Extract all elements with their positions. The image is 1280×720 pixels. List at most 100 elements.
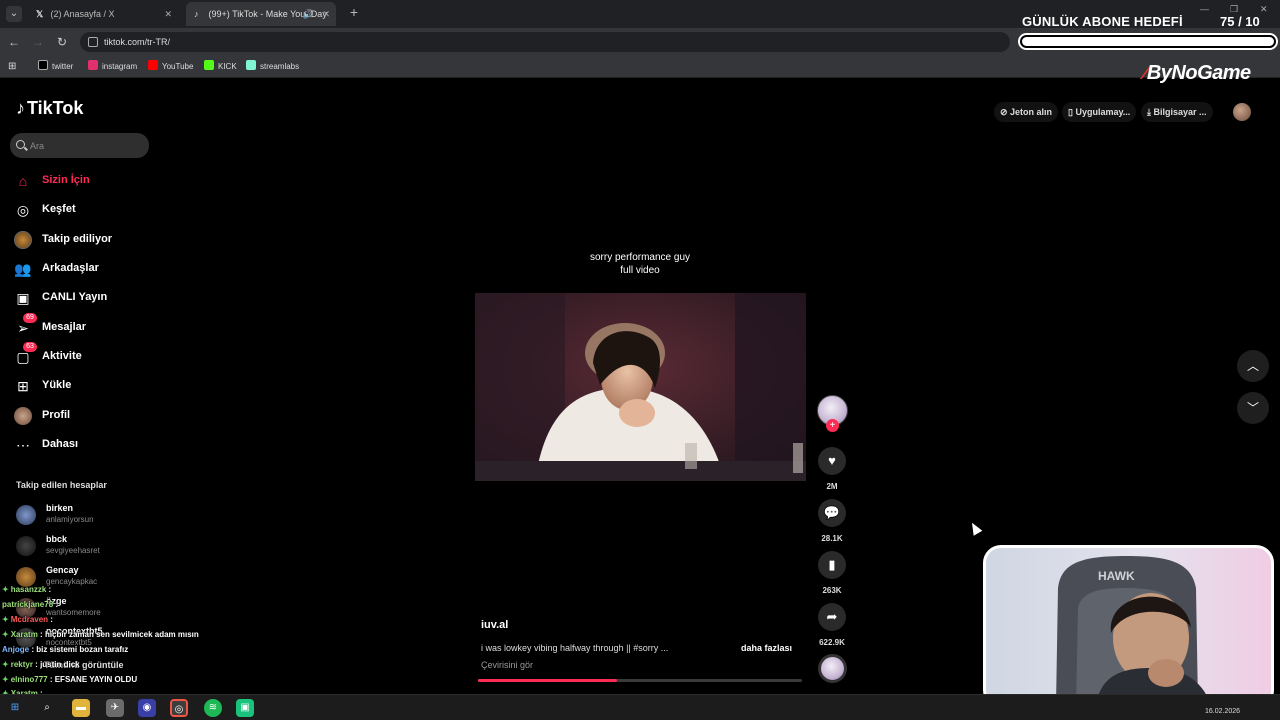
previous-video-button[interactable]: ︿: [1237, 350, 1269, 382]
nav-activity[interactable]: ▢ 63 Aktivite: [14, 342, 154, 368]
account-handle: sevgiyeehasret: [46, 546, 100, 555]
spotify-icon[interactable]: ≋: [204, 699, 222, 717]
chat-text: : biz sistemi bozan tarafız: [29, 645, 129, 654]
upload-icon: ⊞: [17, 378, 29, 394]
chevron-down-icon: ﹀: [1246, 401, 1259, 415]
file-explorer-icon[interactable]: ▬: [72, 699, 90, 717]
nav-upload[interactable]: ⊞ Yükle: [14, 375, 154, 397]
tab-search-button[interactable]: ⌄: [6, 6, 22, 22]
bookmark-streamlabs[interactable]: streamlabs: [246, 60, 299, 74]
bookmark-label: twitter: [52, 62, 74, 71]
new-tab-button[interactable]: +: [346, 4, 362, 22]
compass-icon: ◎: [16, 202, 30, 218]
video-creator-name[interactable]: iuv.al: [481, 619, 508, 631]
chrome-icon[interactable]: ◎: [170, 699, 188, 717]
nav-more[interactable]: ⋯ Dahası: [14, 434, 154, 456]
chat-user: rektyr: [10, 660, 33, 669]
video-progress-bar[interactable]: [478, 679, 802, 682]
avatar: [16, 505, 36, 525]
tab-twitter[interactable]: 𝕏 (2) Anasayfa / X ✕: [28, 2, 178, 26]
minimize-icon[interactable]: —: [1200, 4, 1209, 14]
see-translation-link[interactable]: Çevirisini gör: [481, 660, 533, 670]
share-icon: ➦: [826, 609, 838, 624]
music-disc-icon[interactable]: [818, 654, 847, 683]
chat-user: Anjoge: [2, 645, 30, 654]
nav-live[interactable]: ▣ CANLI Yayın: [14, 287, 154, 309]
chat-text: :: [46, 585, 52, 594]
tiktok-logo[interactable]: ♪ TikTok: [16, 98, 83, 119]
video-player[interactable]: [475, 293, 806, 481]
close-icon[interactable]: ✕: [322, 2, 330, 26]
tiktok-icon: ♪: [16, 98, 25, 118]
more-icon: ⋯: [16, 437, 30, 453]
streamlabs-icon[interactable]: ▣: [236, 699, 254, 717]
logo-text: TikTok: [27, 98, 84, 118]
apps-icon[interactable]: ⊞: [8, 60, 16, 74]
desktop-app-button[interactable]: ⤓ Bilgisayar ...: [1141, 102, 1213, 122]
chat-user: elnino777: [10, 675, 48, 684]
nav-explore[interactable]: ◎ Keşfet: [14, 199, 154, 221]
following-account[interactable]: bbck sevgiyeehasret: [16, 534, 146, 560]
following-account[interactable]: birken anlamiyorsun: [16, 503, 146, 529]
instagram-icon: [88, 60, 98, 70]
nav-friends[interactable]: 👥 Arkadaşlar: [14, 258, 154, 280]
app-icon[interactable]: ✈: [106, 699, 124, 717]
chat-text: : EFSANE YAYIN OLDU: [47, 675, 138, 684]
close-icon[interactable]: ✕: [164, 2, 172, 26]
user-avatar[interactable]: [1233, 103, 1251, 121]
search-icon[interactable]: ⌕: [38, 699, 56, 717]
comment-button[interactable]: 💬: [818, 499, 846, 527]
address-bar[interactable]: tiktok.com/tr-TR/: [80, 32, 1010, 52]
next-video-button[interactable]: ﹀: [1237, 392, 1269, 424]
following-accounts-title: Takip edilen hesaplar: [16, 480, 107, 490]
video-caption-line: full video: [620, 265, 660, 276]
see-more-link[interactable]: daha fazlası: [741, 643, 792, 653]
bookmark-kick[interactable]: KICK: [204, 60, 237, 74]
windows-start-icon[interactable]: ⊞: [6, 699, 24, 717]
search-icon: [16, 140, 25, 149]
like-button[interactable]: ♥: [818, 447, 846, 475]
nav-profile[interactable]: Profil: [14, 405, 154, 427]
follow-plus-icon[interactable]: +: [826, 419, 839, 432]
close-window-icon[interactable]: ✕: [1260, 4, 1268, 15]
bookmark-label: streamlabs: [260, 62, 300, 71]
account-handle: anlamiyorsun: [46, 515, 94, 524]
taskbar-date: 16.02.2026: [1205, 708, 1241, 715]
back-icon[interactable]: ←: [6, 34, 22, 50]
share-button[interactable]: ➦: [818, 603, 846, 631]
search-box[interactable]: [10, 133, 149, 158]
bookmark-icon: ▮: [828, 557, 836, 572]
profile-avatar-icon: [14, 407, 32, 425]
bookmark-twitter[interactable]: twitter: [38, 60, 73, 74]
chat-message: ✦ rektyr : justin dick: [2, 660, 80, 669]
nav-for-you[interactable]: ⌂ Sizin İçin: [14, 170, 154, 192]
mouse-cursor-icon: [967, 520, 983, 536]
x-icon: [38, 60, 48, 70]
save-button[interactable]: ▮: [818, 551, 846, 579]
tab-tiktok[interactable]: ♪ (99+) TikTok - Make Your Day 🔊 ✕: [186, 2, 336, 26]
reload-icon[interactable]: ↻: [54, 34, 70, 50]
chat-message: ✦ Mcdraven :: [2, 615, 53, 624]
nav-following[interactable]: Takip ediliyor: [14, 229, 154, 251]
search-input[interactable]: [30, 133, 145, 158]
video-frame-image: [475, 293, 806, 481]
chat-message: Anjoge : biz sistemi bozan tarafız: [2, 645, 128, 654]
account-handle: wantsomemore: [46, 608, 101, 617]
chat-text: : justin dick: [32, 660, 80, 669]
forward-icon[interactable]: →: [30, 34, 46, 50]
speaker-icon[interactable]: 🔊: [303, 2, 314, 26]
bookmark-instagram[interactable]: instagram: [88, 60, 137, 74]
nav-label: Arkadaşlar: [42, 262, 99, 274]
bookmark-youtube[interactable]: YouTube: [148, 60, 193, 74]
get-app-button[interactable]: ▯ Uygulamay...: [1062, 102, 1137, 122]
nav-label: Aktivite: [42, 350, 82, 362]
discord-icon[interactable]: ◉: [138, 699, 156, 717]
chat-user: Xaratm: [10, 630, 38, 639]
comment-count: 28.1K: [821, 534, 843, 543]
nav-label: Keşfet: [42, 203, 76, 215]
site-info-icon[interactable]: [88, 37, 98, 47]
get-coins-button[interactable]: ⊘ Jeton alın: [994, 102, 1059, 122]
live-tv-icon: ▣: [16, 290, 30, 306]
nav-messages[interactable]: ➢ 69 Mesajlar: [14, 313, 154, 339]
home-icon: ⌂: [18, 173, 28, 189]
